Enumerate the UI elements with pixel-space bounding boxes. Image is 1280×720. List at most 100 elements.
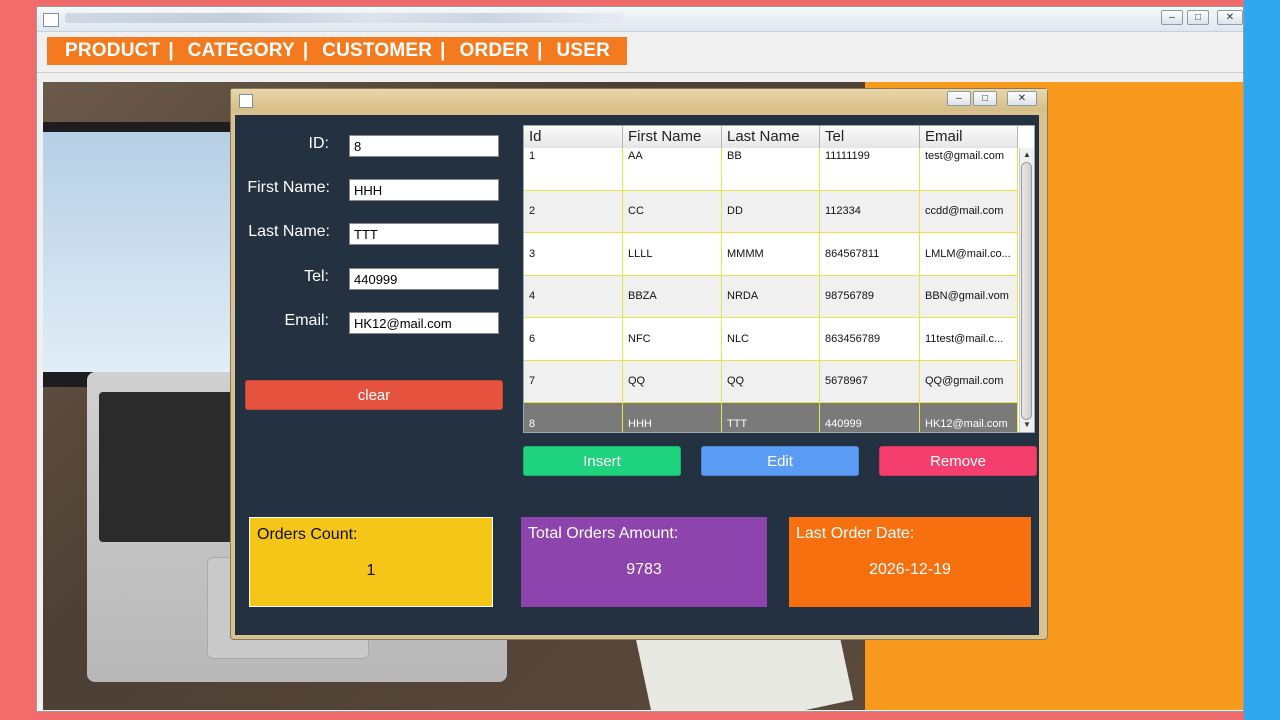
cell-email: ccdd@mail.com: [920, 190, 1018, 233]
window-title-blurred: [65, 13, 625, 23]
menu-separator: |: [302, 40, 309, 61]
scroll-down-icon[interactable]: ▼: [1022, 419, 1032, 431]
table-row[interactable]: 4 BBZA NRDA 98756789 BBN@gmail.vom: [524, 275, 1018, 318]
total-orders-amount-value: 9783: [626, 561, 662, 578]
first-name-label: First Name:: [247, 179, 330, 196]
column-header-email[interactable]: Email: [920, 126, 1018, 148]
customer-panel: ID: 8 First Name: HHH Last Name: TTT Tel…: [235, 115, 1039, 635]
scroll-thumb[interactable]: [1021, 162, 1032, 420]
first-name-field[interactable]: HHH: [349, 179, 499, 201]
total-orders-amount-card: Total Orders Amount: 9783: [521, 517, 767, 607]
cell-tel: 864567811: [820, 233, 920, 276]
cell-email: LMLM@mail.co...: [920, 233, 1018, 276]
cell-last-name: BB: [722, 148, 820, 191]
orders-count-card: Orders Count: 1: [249, 517, 493, 607]
minimize-icon[interactable]: ‒: [947, 91, 971, 106]
cell-id: 8: [524, 403, 623, 432]
close-icon[interactable]: ✕: [1217, 10, 1243, 25]
clear-button[interactable]: clear: [245, 380, 503, 410]
orders-count-value: 1: [366, 562, 376, 579]
menu-separator: |: [537, 40, 543, 61]
table-row[interactable]: 3 LLLL MMMM 864567811 LMLM@mail.co...: [524, 233, 1018, 276]
menu-product[interactable]: PRODUCT: [65, 40, 160, 62]
menu-strip: PRODUCT | CATEGORY | CUSTOMER | ORDER | …: [47, 37, 627, 65]
minimize-icon[interactable]: ‒: [1161, 10, 1183, 25]
close-icon[interactable]: ✕: [1007, 91, 1037, 106]
column-header-first-name[interactable]: First Name: [623, 126, 722, 148]
menu-separator: |: [168, 40, 174, 61]
cell-email: test@gmail.com: [920, 148, 1018, 191]
last-order-date-card: Last Order Date: 2026-12-19: [789, 517, 1031, 607]
cell-last-name: NLC: [722, 318, 820, 361]
cell-first-name: NFC: [623, 318, 722, 361]
maximize-icon[interactable]: □: [973, 91, 997, 106]
cell-first-name: HHH: [623, 403, 722, 432]
menu-order[interactable]: ORDER: [459, 40, 529, 62]
cell-tel: 863456789: [820, 318, 920, 361]
column-header-last-name[interactable]: Last Name: [722, 126, 820, 148]
cell-id: 2: [524, 190, 623, 233]
left-border: [0, 0, 36, 720]
table-row[interactable]: 7 QQ QQ 5678967 QQ@gmail.com: [524, 360, 1018, 403]
remove-button[interactable]: Remove: [879, 446, 1037, 476]
maximize-icon[interactable]: □: [1187, 10, 1209, 25]
menu-category[interactable]: CATEGORY: [188, 40, 295, 62]
cell-id: 6: [524, 318, 623, 361]
last-name-label: Last Name:: [248, 223, 330, 240]
cell-first-name: AA: [623, 148, 722, 191]
column-header-tel[interactable]: Tel: [820, 126, 920, 148]
cell-id: 4: [524, 275, 623, 318]
main-window-titlebar[interactable]: ‒ □ ✕: [37, 7, 1243, 32]
menu-bar: PRODUCT | CATEGORY | CUSTOMER | ORDER | …: [37, 32, 1243, 73]
cell-last-name: TTT: [722, 403, 820, 432]
laptop-display: [43, 132, 233, 372]
email-label: Email:: [284, 312, 329, 329]
cell-email: QQ@gmail.com: [920, 360, 1018, 403]
table-body: 1 AA BB 11111199 test@gmail.com 2 CC DD …: [524, 148, 1018, 432]
java-app-icon: [239, 94, 253, 108]
table-row[interactable]: 1 AA BB 11111199 test@gmail.com: [524, 148, 1018, 191]
cell-first-name: LLLL: [623, 233, 722, 276]
cell-last-name: QQ: [722, 360, 820, 403]
right-border: [1244, 0, 1280, 720]
edit-button[interactable]: Edit: [701, 446, 859, 476]
id-label: ID:: [308, 135, 329, 152]
cell-first-name: BBZA: [623, 275, 722, 318]
email-field[interactable]: HK12@mail.com: [349, 312, 499, 334]
cell-last-name: MMMM: [722, 233, 820, 276]
menu-user[interactable]: USER: [556, 40, 610, 62]
last-name-field[interactable]: TTT: [349, 223, 499, 245]
cell-tel: 440999: [820, 403, 920, 432]
cell-first-name: CC: [623, 190, 722, 233]
tel-field[interactable]: 440999: [349, 268, 499, 290]
table-row[interactable]: 2 CC DD 112334 ccdd@mail.com: [524, 190, 1018, 233]
laptop-screen: [43, 122, 243, 387]
cell-tel: 112334: [820, 190, 920, 233]
cell-id: 1: [524, 148, 623, 191]
cell-tel: 5678967: [820, 360, 920, 403]
last-order-date-label: Last Order Date:: [796, 525, 915, 542]
orders-count-label: Orders Count:: [257, 526, 358, 543]
table-row[interactable]: 6 NFC NLC 863456789 11test@mail.c...: [524, 318, 1018, 361]
total-orders-amount-label: Total Orders Amount:: [528, 525, 679, 542]
java-app-icon: [43, 13, 59, 27]
customer-window: ‒ □ ✕ ID: 8 First Name: HHH Last Name: T…: [230, 88, 1048, 640]
last-order-date-value: 2026-12-19: [869, 561, 951, 578]
cell-last-name: NRDA: [722, 275, 820, 318]
customer-table: Id First Name Last Name Tel Email 1 AA B…: [523, 125, 1035, 433]
cell-id: 7: [524, 360, 623, 403]
scroll-up-icon[interactable]: ▲: [1022, 149, 1032, 161]
cell-id: 3: [524, 233, 623, 276]
id-field[interactable]: 8: [349, 135, 499, 157]
table-scrollbar[interactable]: ▲ ▼: [1019, 148, 1034, 432]
cell-tel: 98756789: [820, 275, 920, 318]
customer-window-titlebar[interactable]: ‒ □ ✕: [231, 89, 1047, 111]
table-row-selected[interactable]: 8 HHH TTT 440999 HK12@mail.com: [524, 403, 1018, 432]
insert-button[interactable]: Insert: [523, 446, 681, 476]
table-header: Id First Name Last Name Tel Email: [524, 126, 1018, 149]
column-header-id[interactable]: Id: [524, 126, 623, 148]
cell-email: HK12@mail.com: [920, 403, 1018, 432]
cell-tel: 11111199: [820, 148, 920, 191]
menu-customer[interactable]: CUSTOMER: [322, 40, 432, 62]
cell-email: BBN@gmail.vom: [920, 275, 1018, 318]
